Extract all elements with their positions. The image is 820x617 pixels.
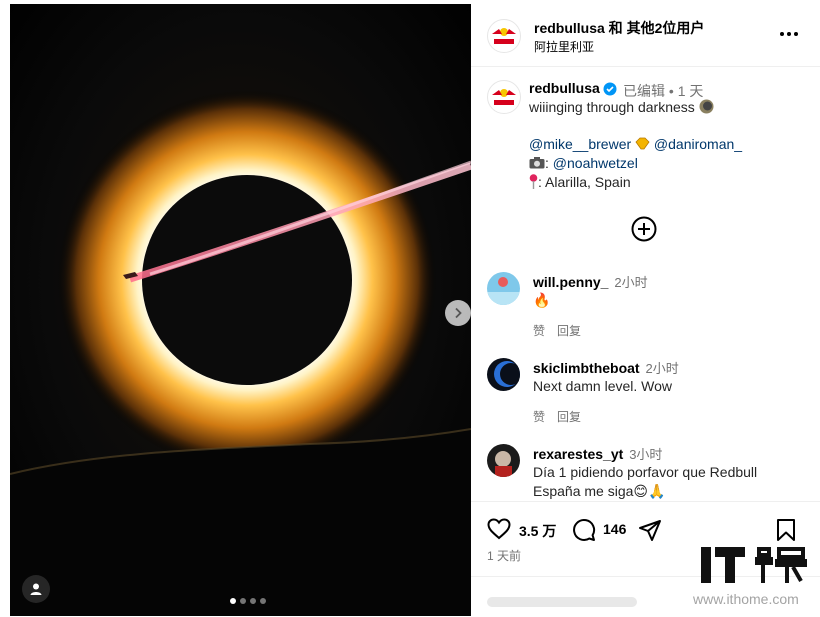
post-date[interactable]: 1 天前: [487, 547, 521, 564]
comment-text: Día 1 pidiendo porfavor que Redbull Espa…: [533, 464, 758, 499]
view-more-comments-button[interactable]: [631, 216, 657, 247]
post-age[interactable]: 1 天: [678, 83, 704, 99]
next-slide-button[interactable]: [445, 300, 471, 326]
comment-input[interactable]: [487, 597, 637, 607]
avatar-image: [487, 444, 520, 477]
comment-time[interactable]: 2小时: [614, 275, 647, 290]
avatar[interactable]: [487, 444, 520, 477]
comment-count[interactable]: 146: [603, 521, 626, 537]
header-title: redbullusa 和 其他2位用户: [534, 18, 704, 38]
comment-button[interactable]: [572, 518, 596, 547]
comment-item: skiclimbtheboat 2小时 Next damn level. Wow…: [487, 358, 807, 424]
place-text: : Alarilla, Spain: [538, 174, 631, 190]
carousel-dots: [230, 598, 266, 604]
avatar-image: [487, 272, 520, 305]
caption-mentions: @mike__brewer @daniroman_: [529, 136, 742, 152]
share-button[interactable]: [638, 518, 662, 547]
eclipse-emoji-icon: [699, 99, 714, 114]
caption-body: wiiinging through darkness: [529, 99, 695, 115]
comment-header: will.penny_ 2小时: [533, 272, 648, 291]
carousel-dot: [250, 598, 256, 604]
add-circle-icon: [631, 216, 657, 242]
watermark-text: www.ithome.com: [693, 591, 799, 607]
comment-time[interactable]: 2小时: [645, 361, 678, 376]
caption-location: : Alarilla, Spain: [529, 174, 631, 190]
post-media[interactable]: [10, 4, 471, 616]
like-comment-button[interactable]: 赞: [533, 408, 545, 425]
save-button[interactable]: [775, 518, 797, 547]
post-header: redbullusa 和 其他2位用户 阿拉里利亚: [471, 4, 820, 67]
carousel-dot: [260, 598, 266, 604]
header-username[interactable]: redbullusa: [534, 20, 605, 36]
header-and: 和: [604, 20, 627, 36]
comment-header: rexarestes_yt 3小时: [533, 444, 662, 463]
comment-actions: 赞 回复: [533, 408, 581, 425]
redbull-logo: [492, 28, 516, 44]
comment-item: will.penny_ 2小时 🔥 赞 回复: [487, 272, 807, 338]
camera-icon: [529, 157, 545, 169]
avatar[interactable]: [487, 358, 520, 391]
comment-header: skiclimbtheboat 2小时: [533, 358, 679, 377]
edited-label: 已编辑: [623, 83, 665, 99]
user-tag-icon: [30, 583, 42, 595]
mention-link[interactable]: @mike__brewer: [529, 136, 631, 152]
verified-icon: [603, 82, 617, 96]
caption-meta: 已编辑 • 1 天: [623, 83, 704, 99]
comment-username[interactable]: will.penny_: [533, 274, 608, 290]
like-button[interactable]: [487, 518, 511, 545]
more-icon: [780, 32, 798, 36]
mention-link[interactable]: @noahwetzel: [553, 155, 638, 171]
comment-item: rexarestes_yt 3小时 Día 1 pidiendo porfavo…: [487, 444, 807, 500]
comment-actions: 赞 回复: [533, 322, 581, 339]
carousel-dot: [230, 598, 236, 604]
header-others[interactable]: 其他2位用户: [627, 20, 705, 36]
reply-button[interactable]: 回复: [557, 322, 581, 339]
avatar-image: [487, 358, 520, 391]
carousel-dot: [240, 598, 246, 604]
avatar[interactable]: [487, 272, 520, 305]
post-sidebar: redbullusa 和 其他2位用户 阿拉里利亚 redbullusa 已编辑…: [471, 4, 820, 616]
heart-icon: [487, 518, 511, 540]
comment-username[interactable]: skiclimbtheboat: [533, 360, 640, 376]
mention-link[interactable]: @daniroman_: [654, 136, 742, 152]
comment-icon: [573, 519, 596, 541]
handshake-icon: [635, 137, 650, 150]
like-count[interactable]: 3.5 万: [519, 521, 556, 541]
redbull-logo: [492, 89, 516, 105]
app-frame: redbullusa 和 其他2位用户 阿拉里利亚 redbullusa 已编辑…: [0, 0, 820, 616]
photo-prefix: :: [545, 155, 549, 171]
pin-icon: [529, 174, 538, 189]
caption-avatar[interactable]: [487, 80, 521, 114]
ithome-watermark-logo: [701, 547, 807, 583]
caption-username[interactable]: redbullusa: [529, 80, 600, 96]
bookmark-icon: [777, 519, 795, 541]
eclipse-photo: [10, 4, 471, 616]
avatar[interactable]: [487, 19, 521, 53]
comment-username[interactable]: rexarestes_yt: [533, 446, 623, 462]
user-tag-button[interactable]: [22, 575, 50, 603]
caption-photo-credit: : @noahwetzel: [529, 155, 638, 171]
comment-time[interactable]: 3小时: [629, 447, 662, 462]
location[interactable]: 阿拉里利亚: [534, 38, 594, 55]
chevron-right-icon: [455, 307, 462, 319]
more-button[interactable]: [777, 22, 801, 46]
caption-text: wiiinging through darkness: [529, 99, 714, 115]
share-icon: [639, 520, 661, 541]
like-comment-button[interactable]: 赞: [533, 322, 545, 339]
comment-text: Next damn level. Wow: [533, 378, 673, 394]
comment-text: 🔥: [533, 292, 551, 308]
reply-button[interactable]: 回复: [557, 408, 581, 425]
